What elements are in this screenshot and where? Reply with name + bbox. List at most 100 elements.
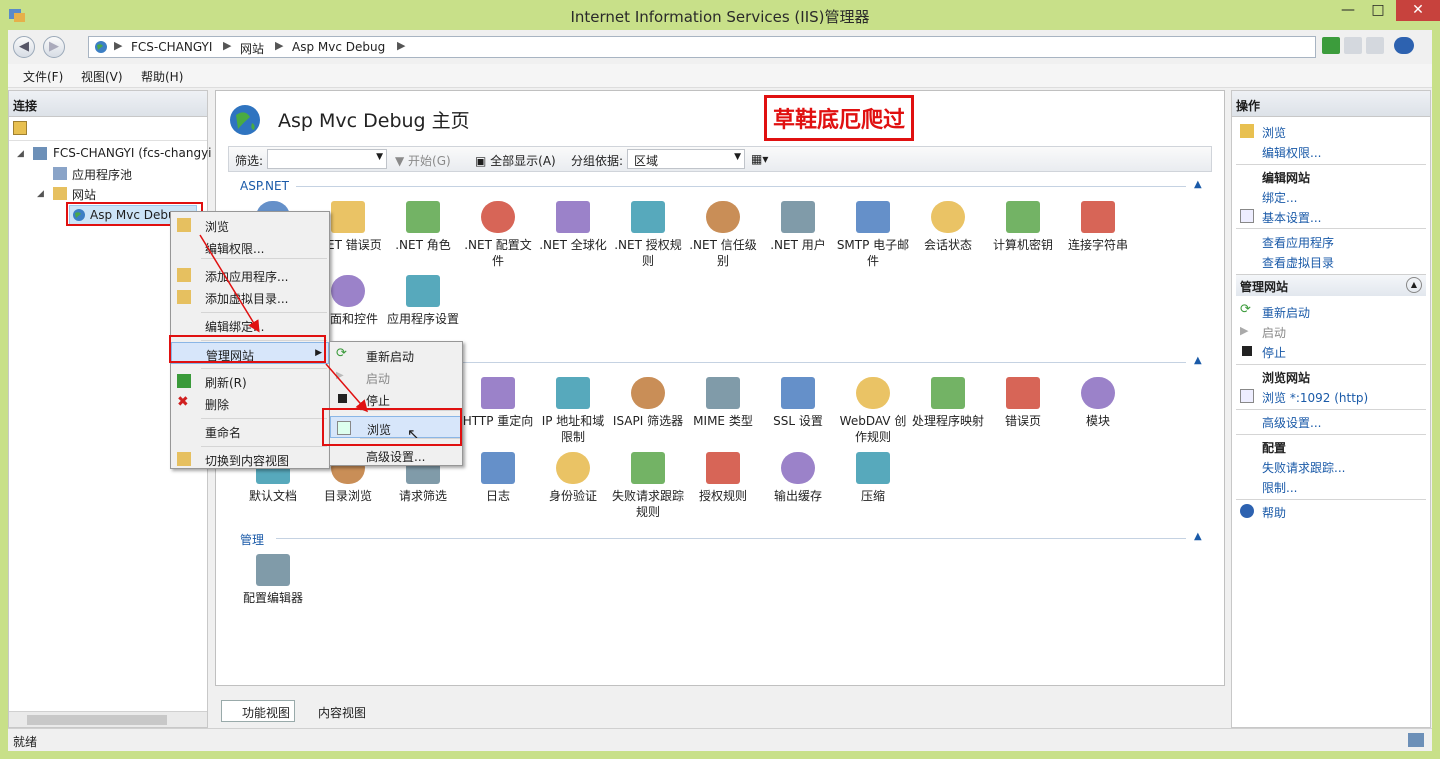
- feature-item[interactable]: SMTP 电子邮件: [836, 201, 910, 269]
- action-stop[interactable]: 停止: [1262, 344, 1286, 361]
- action-view-vdirs[interactable]: 查看虚拟目录: [1262, 254, 1334, 271]
- menu-help[interactable]: 帮助(H): [141, 68, 183, 85]
- new-connection-icon[interactable]: [13, 121, 27, 135]
- tab-content-label: 内容视图: [318, 706, 367, 720]
- feature-item[interactable]: .NET 信任级别: [686, 201, 760, 269]
- feature-item[interactable]: 身份验证: [536, 452, 610, 504]
- filter-go-button[interactable]: ▼ 开始(G): [395, 152, 451, 169]
- feature-icon: [781, 377, 815, 409]
- address-bar[interactable]: ▶ FCS-CHANGYI ▶ 网站 ▶ Asp Mvc Debug ▶: [88, 36, 1316, 58]
- action-bindings[interactable]: 绑定...: [1262, 189, 1297, 206]
- maximize-button[interactable]: □: [1363, 0, 1393, 21]
- feature-item[interactable]: MIME 类型: [686, 377, 760, 429]
- ctx-add-virtual-directory[interactable]: 添加虚拟目录...: [171, 286, 329, 308]
- refresh-icon[interactable]: [1322, 37, 1340, 54]
- feature-item[interactable]: IP 地址和域限制: [536, 377, 610, 445]
- ctx-item-label: 刷新(R): [205, 376, 247, 390]
- feature-icon: [481, 201, 515, 233]
- action-browse[interactable]: 浏览: [1262, 124, 1286, 141]
- action-advanced-settings[interactable]: 高级设置...: [1262, 414, 1321, 431]
- feature-item[interactable]: 连接字符串: [1061, 201, 1135, 253]
- tree-server[interactable]: FCS-CHANGYI (fcs-changyi: [53, 146, 212, 160]
- collapse-icon[interactable]: ▲: [1406, 277, 1422, 293]
- back-button[interactable]: ◀: [13, 36, 35, 58]
- action-basic-settings[interactable]: 基本设置...: [1262, 209, 1321, 226]
- feature-item[interactable]: WebDAV 创作规则: [836, 377, 910, 445]
- feature-item[interactable]: .NET 全球化: [536, 201, 610, 253]
- feature-item[interactable]: 日志: [461, 452, 535, 504]
- submenu-advanced[interactable]: 高级设置...: [330, 444, 462, 466]
- action-browse-url[interactable]: 浏览 *:1092 (http): [1262, 389, 1368, 406]
- tree-sites[interactable]: 网站: [72, 186, 96, 203]
- feature-item[interactable]: SSL 设置: [761, 377, 835, 429]
- feature-item[interactable]: .NET 角色: [386, 201, 460, 253]
- collapse-section-icon[interactable]: ▲: [1194, 531, 1202, 542]
- feature-item[interactable]: ISAPI 筛选器: [611, 377, 685, 429]
- action-view-applications[interactable]: 查看应用程序: [1262, 234, 1334, 251]
- collapse-section-icon[interactable]: ▲: [1194, 355, 1202, 366]
- feature-icon: [856, 377, 890, 409]
- submenu-stop[interactable]: 停止: [330, 388, 462, 410]
- collapse-icon[interactable]: ◢: [37, 189, 44, 199]
- action-restart[interactable]: 重新启动: [1262, 304, 1310, 321]
- sites-folder-icon: [53, 187, 67, 200]
- ctx-refresh[interactable]: 刷新(R): [171, 370, 329, 392]
- action-start[interactable]: 启动: [1262, 324, 1286, 341]
- action-edit-permissions[interactable]: 编辑权限...: [1262, 144, 1321, 161]
- feature-item[interactable]: 处理程序映射: [911, 377, 985, 429]
- collapse-icon[interactable]: ◢: [17, 149, 24, 159]
- view-mode-button[interactable]: ▦▾: [751, 152, 768, 166]
- collapse-section-icon[interactable]: ▲: [1194, 179, 1202, 190]
- feature-item[interactable]: 应用程序设置: [386, 275, 460, 327]
- help-icon[interactable]: [1394, 37, 1414, 54]
- feature-item[interactable]: 压缩: [836, 452, 910, 504]
- filter-input[interactable]: ▼: [267, 149, 387, 169]
- feature-item[interactable]: 计算机密钥: [986, 201, 1060, 253]
- tab-features-view[interactable]: 功能视图: [221, 700, 296, 722]
- feature-item[interactable]: 输出缓存: [761, 452, 835, 504]
- close-button[interactable]: ✕: [1396, 0, 1440, 21]
- minimize-button[interactable]: —: [1333, 0, 1363, 21]
- feature-item[interactable]: .NET 授权规则: [611, 201, 685, 269]
- ctx-edit-bindings[interactable]: 编辑绑定...: [171, 314, 329, 336]
- feature-label: SMTP 电子邮件: [836, 238, 910, 268]
- browse-icon: [177, 218, 191, 232]
- submenu-start[interactable]: 启动 ▶: [330, 366, 462, 388]
- page-title: Asp Mvc Debug 主页: [278, 110, 470, 132]
- menu-file[interactable]: 文件(F): [23, 68, 63, 85]
- submenu-restart[interactable]: 重新启动 ⟳: [330, 344, 462, 366]
- feature-item[interactable]: 会话状态: [911, 201, 985, 253]
- feature-item[interactable]: .NET 配置文件: [461, 201, 535, 269]
- feature-item[interactable]: 失败请求跟踪规则: [611, 452, 685, 520]
- ctx-delete[interactable]: 删除 ✖: [171, 392, 329, 414]
- tree-app-pools[interactable]: 应用程序池: [72, 166, 132, 183]
- feature-label: 目录浏览: [323, 489, 372, 503]
- ctx-add-application[interactable]: 添加应用程序...: [171, 264, 329, 286]
- ctx-edit-permissions[interactable]: 编辑权限...: [171, 236, 329, 258]
- show-all-button[interactable]: ▣ 全部显示(A): [475, 152, 556, 169]
- tab-content-view[interactable]: 内容视图: [297, 700, 371, 722]
- ctx-item-label: 切换到内容视图: [205, 454, 290, 468]
- action-limits[interactable]: 限制...: [1262, 479, 1297, 496]
- stop-icon[interactable]: [1344, 37, 1362, 54]
- feature-item[interactable]: .NET 用户: [761, 201, 835, 253]
- ctx-browse[interactable]: 浏览: [171, 214, 329, 236]
- feature-item[interactable]: 模块: [1061, 377, 1135, 429]
- ctx-rename[interactable]: 重命名: [171, 420, 329, 442]
- breadcrumb-site[interactable]: Asp Mvc Debug: [292, 40, 385, 54]
- breadcrumb-sites[interactable]: 网站: [240, 40, 264, 57]
- action-help[interactable]: 帮助: [1262, 504, 1286, 521]
- horizontal-scrollbar[interactable]: [9, 711, 207, 727]
- menu-view[interactable]: 视图(V): [81, 68, 123, 85]
- ctx-switch-content-view[interactable]: 切换到内容视图: [171, 448, 329, 470]
- action-failed-request-tracing[interactable]: 失败请求跟踪...: [1262, 459, 1345, 476]
- feature-item[interactable]: 配置编辑器: [236, 554, 310, 606]
- group-by-select[interactable]: 区域 ▼: [627, 149, 745, 169]
- forward-button[interactable]: ▶: [43, 36, 65, 58]
- feature-item[interactable]: 授权规则: [686, 452, 760, 504]
- feature-item[interactable]: HTTP 重定向: [461, 377, 535, 429]
- feature-item[interactable]: 错误页: [986, 377, 1060, 429]
- home-icon[interactable]: [1366, 37, 1384, 54]
- breadcrumb-server[interactable]: FCS-CHANGYI: [131, 40, 212, 54]
- scrollbar-thumb[interactable]: [27, 715, 167, 725]
